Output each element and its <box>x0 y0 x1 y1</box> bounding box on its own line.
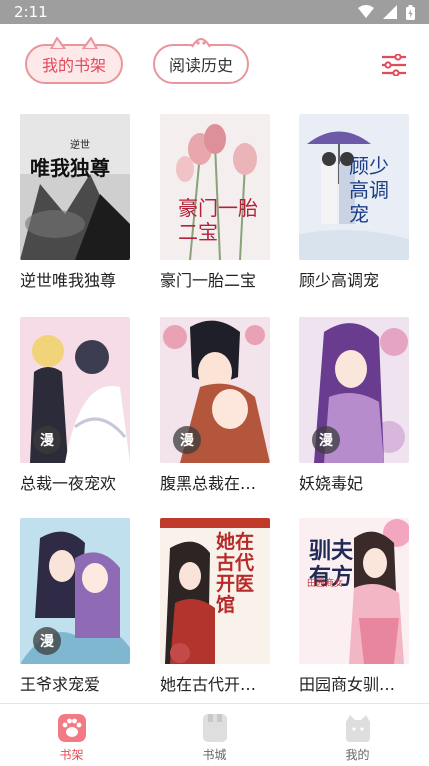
comic-badge: 漫 <box>33 627 61 655</box>
book-card[interactable]: 顾少高调宠 顾少高调宠 <box>299 114 411 291</box>
paw-icon <box>57 714 86 742</box>
book-cover[interactable]: 驯夫有方 田园商女 <box>299 518 409 664</box>
cat-ears-decoration <box>49 37 99 49</box>
header: 我的书架 阅读历史 <box>0 24 429 100</box>
book-title: 顾少高调宠 <box>299 271 380 290</box>
cover-subtitle: 逆世 <box>70 140 90 151</box>
book-title: 王爷求宠爱 <box>20 675 101 694</box>
book-cover[interactable]: 唯我独尊 逆世 <box>20 114 130 260</box>
book-title: 逆世唯我独尊 <box>20 271 117 290</box>
book-card[interactable]: 驯夫有方 田园商女 田园商女驯… <box>299 518 411 695</box>
book-title: 总裁一夜宠欢 <box>20 474 117 493</box>
comic-badge: 漫 <box>33 426 61 454</box>
book-title: 她在古代开… <box>160 675 257 694</box>
tab-reading-history-label: 阅读历史 <box>168 56 233 75</box>
book-card[interactable]: 漫 总裁一夜宠欢 <box>20 317 132 494</box>
bottom-tab-bar: 书架 书城 我的 <box>0 703 429 766</box>
book-card[interactable]: 豪门一胎二宝 豪门一胎二宝 <box>160 114 272 291</box>
book-cover[interactable]: 漫 <box>20 518 130 664</box>
book-title: 妖娆毒妃 <box>299 474 364 493</box>
cover-title: 顾少高调宠 <box>349 154 389 226</box>
book-cover[interactable]: 漫 <box>299 317 409 463</box>
tab-bookstore[interactable]: 书城 <box>143 704 286 766</box>
tab-reading-history[interactable]: 阅读历史 <box>153 38 249 84</box>
comic-badge: 漫 <box>312 426 340 454</box>
tab-mine-label: 我的 <box>345 748 370 762</box>
book-icon <box>202 714 227 742</box>
book-cover[interactable]: 豪门一胎二宝 <box>160 114 270 260</box>
battery-icon <box>406 4 415 20</box>
book-title: 豪门一胎二宝 <box>160 271 257 290</box>
paw-decoration <box>191 38 211 48</box>
cat-face-icon <box>345 715 370 742</box>
book-card[interactable]: 漫 王爷求宠爱 <box>20 518 132 695</box>
cover-title: 唯我独尊 <box>30 156 110 180</box>
book-title: 田园商女驯… <box>299 675 396 694</box>
cover-title: 她在古代开医馆 <box>216 531 255 616</box>
book-card[interactable]: 漫 妖娆毒妃 <box>299 317 411 494</box>
status-time: 2:11 <box>14 3 48 21</box>
book-title: 腹黑总裁在… <box>160 474 257 493</box>
book-cover[interactable]: 顾少高调宠 <box>299 114 409 260</box>
book-cover[interactable]: 漫 <box>20 317 130 463</box>
book-card[interactable]: 漫 腹黑总裁在… <box>160 317 272 494</box>
tab-my-bookshelf-label: 我的书架 <box>41 56 106 75</box>
comic-badge: 漫 <box>173 426 201 454</box>
tab-bookstore-label: 书城 <box>202 748 227 762</box>
book-cover[interactable]: 漫 <box>160 317 270 463</box>
book-card[interactable]: 唯我独尊 逆世 逆世唯我独尊 <box>20 114 132 291</box>
tab-bookshelf-label: 书架 <box>59 748 84 762</box>
wifi-icon <box>358 5 374 18</box>
filter-settings-icon[interactable] <box>381 54 407 76</box>
tab-bookshelf[interactable]: 书架 <box>0 704 143 766</box>
signal-icon <box>383 5 397 19</box>
tab-my-bookshelf[interactable]: 我的书架 <box>25 37 123 84</box>
cover-subtitle: 田园商女 <box>307 579 344 589</box>
tab-mine[interactable]: 我的 <box>286 704 429 766</box>
book-card[interactable]: 她在古代开医馆 她在古代开… <box>160 518 272 695</box>
cover-title: 豪门一胎二宝 <box>178 196 258 244</box>
status-bar: 2:11 <box>0 0 429 24</box>
book-cover[interactable]: 她在古代开医馆 <box>160 518 270 664</box>
